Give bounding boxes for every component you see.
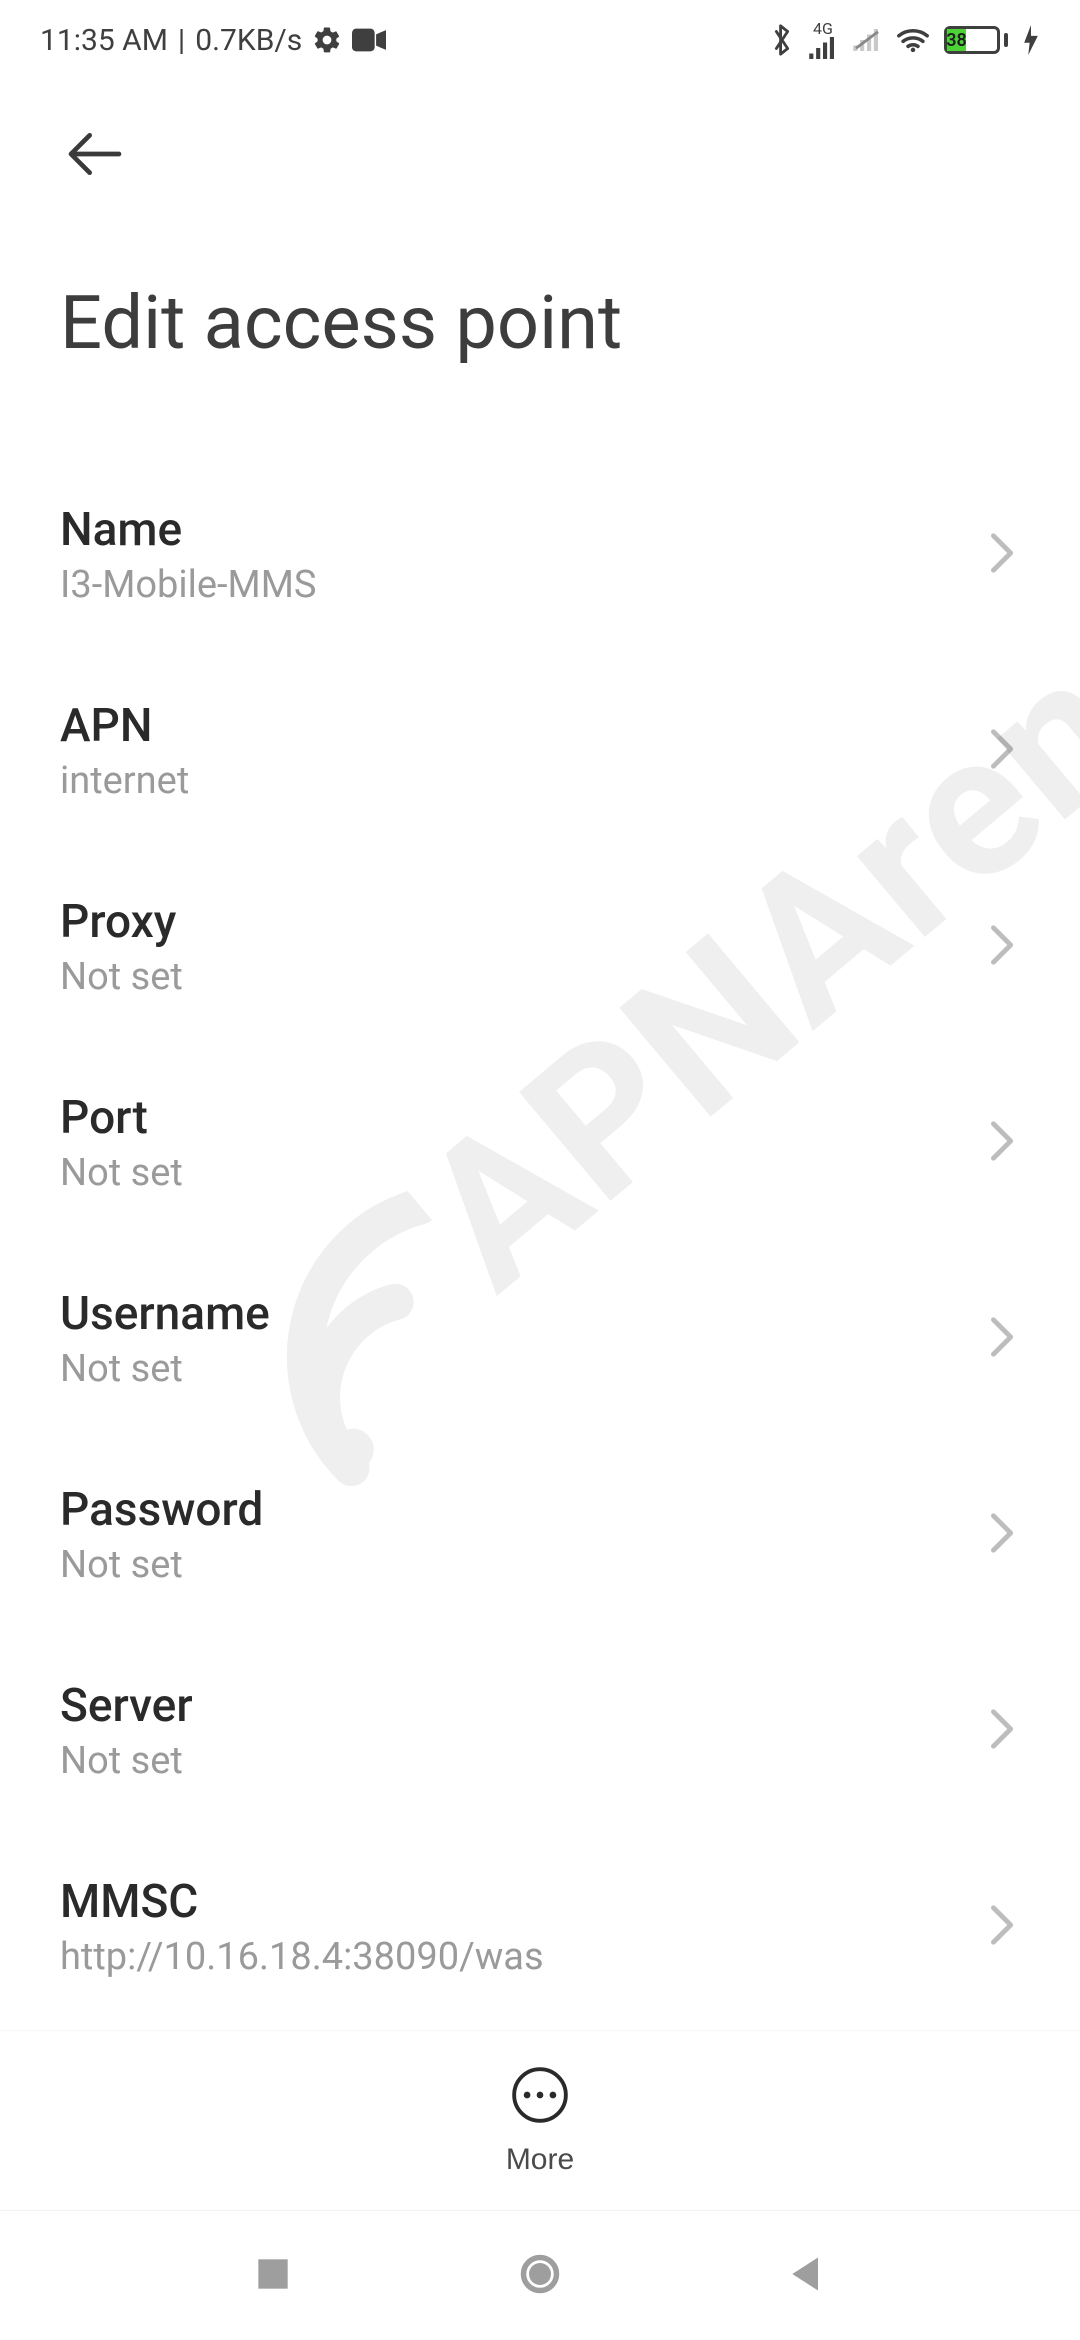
gear-icon [312, 25, 342, 55]
system-nav-bar [0, 2210, 1080, 2340]
status-right: 4G 38 [770, 21, 1040, 59]
arrow-left-icon [63, 122, 127, 189]
chevron-right-icon [986, 1510, 1020, 1560]
chevron-right-icon [986, 1118, 1020, 1168]
page-title: Edit access point [0, 200, 1080, 457]
chevron-right-icon [986, 1902, 1020, 1952]
setting-label: Username [60, 1287, 270, 1341]
bottom-action-bar: More [0, 2030, 1080, 2210]
setting-value: Not set [60, 1543, 263, 1587]
settings-list: Name I3-Mobile-MMS APN internet Proxy No… [0, 457, 1080, 2221]
setting-value: Not set [60, 955, 183, 999]
setting-value: Not set [60, 1151, 183, 1195]
chevron-right-icon [986, 922, 1020, 972]
charging-icon [1022, 25, 1040, 55]
chevron-right-icon [986, 1706, 1020, 1756]
nav-recent-button[interactable] [243, 2246, 303, 2306]
setting-item-server[interactable]: Server Not set [60, 1633, 1020, 1829]
battery-percent: 38 [947, 29, 966, 51]
setting-label: Server [60, 1679, 193, 1733]
nav-home-button[interactable] [510, 2246, 570, 2306]
signal-sim2-icon [852, 29, 882, 51]
status-net-speed: 0.7KB/s [195, 23, 302, 58]
triangle-left-icon [785, 2252, 829, 2299]
signal-sim1-icon [808, 37, 838, 59]
setting-value: Not set [60, 1347, 270, 1391]
status-bar: 11:35 AM | 0.7KB/s 4G 38 [0, 0, 1080, 80]
more-icon [509, 2064, 571, 2129]
setting-label: MMSC [60, 1875, 544, 1929]
setting-item-mmsc[interactable]: MMSC http://10.16.18.4:38090/was [60, 1829, 1020, 2025]
setting-item-username[interactable]: Username Not set [60, 1241, 1020, 1437]
chevron-right-icon [986, 726, 1020, 776]
status-time: 11:35 AM [40, 23, 168, 58]
setting-item-apn[interactable]: APN internet [60, 653, 1020, 849]
signal-4g-label: 4G [813, 21, 833, 37]
setting-label: Name [60, 503, 316, 557]
setting-value: Not set [60, 1739, 193, 1783]
setting-label: APN [60, 699, 189, 753]
back-button[interactable] [60, 120, 130, 190]
setting-value: http://10.16.18.4:38090/was [60, 1935, 544, 1979]
setting-value: internet [60, 759, 189, 803]
setting-label: Password [60, 1483, 263, 1537]
status-separator: | [178, 23, 185, 58]
status-left: 11:35 AM | 0.7KB/s [40, 23, 386, 58]
setting-value: I3-Mobile-MMS [60, 563, 316, 607]
wifi-icon [896, 27, 930, 53]
setting-item-proxy[interactable]: Proxy Not set [60, 849, 1020, 1045]
setting-item-port[interactable]: Port Not set [60, 1045, 1020, 1241]
chevron-right-icon [986, 530, 1020, 580]
more-button[interactable]: More [506, 2064, 574, 2177]
circle-icon [518, 2252, 562, 2299]
more-label: More [506, 2143, 574, 2177]
setting-label: Proxy [60, 895, 183, 949]
header [0, 80, 1080, 200]
nav-back-button[interactable] [777, 2246, 837, 2306]
square-icon [251, 2252, 295, 2299]
setting-label: Port [60, 1091, 183, 1145]
setting-item-name[interactable]: Name I3-Mobile-MMS [60, 457, 1020, 653]
video-icon [352, 28, 386, 52]
chevron-right-icon [986, 1314, 1020, 1364]
bluetooth-icon [770, 23, 794, 57]
setting-item-password[interactable]: Password Not set [60, 1437, 1020, 1633]
battery-indicator: 38 [944, 26, 1008, 54]
